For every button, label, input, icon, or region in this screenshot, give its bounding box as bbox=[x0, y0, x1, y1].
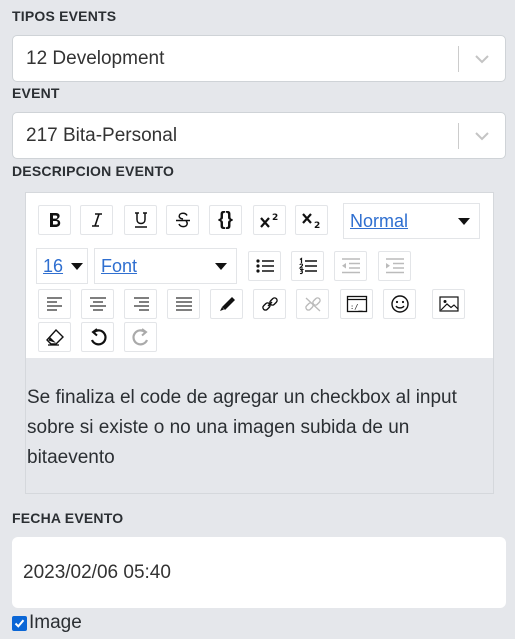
outdent-icon bbox=[341, 258, 360, 274]
emoji-icon bbox=[390, 295, 409, 313]
undo-icon bbox=[90, 328, 107, 346]
chevron-down-icon[interactable] bbox=[459, 131, 505, 141]
size-select-value: 16 bbox=[43, 255, 64, 276]
align-center-button[interactable] bbox=[81, 289, 114, 319]
undo-button[interactable] bbox=[81, 322, 114, 352]
align-center-icon bbox=[89, 297, 106, 311]
font-select-value: Font bbox=[101, 255, 138, 276]
image-checkbox[interactable] bbox=[12, 615, 27, 631]
bullet-list-icon bbox=[255, 259, 274, 273]
tipos-events-select[interactable]: 12 Development bbox=[12, 35, 506, 82]
size-select[interactable]: 16 bbox=[36, 248, 88, 284]
eraser-icon bbox=[45, 328, 64, 346]
content-line: bitaevento bbox=[27, 447, 115, 468]
chevron-down-icon[interactable] bbox=[459, 54, 505, 64]
subscript-button[interactable]: 2 bbox=[295, 205, 328, 235]
editor-content[interactable]: Se finaliza el code de agregar un checkb… bbox=[27, 383, 492, 473]
content-line: sobre si existe o no una imagen subida d… bbox=[27, 417, 410, 438]
checkmark-icon bbox=[14, 619, 25, 628]
italic-button[interactable] bbox=[80, 205, 113, 235]
svg-text:2: 2 bbox=[314, 221, 320, 229]
justify-icon bbox=[175, 297, 192, 311]
clear-format-button[interactable] bbox=[38, 322, 71, 352]
header-select-value: Normal bbox=[350, 210, 409, 231]
bold-icon bbox=[49, 213, 60, 227]
svg-text:2: 2 bbox=[272, 213, 278, 223]
align-right-icon bbox=[133, 297, 149, 311]
image-button[interactable] bbox=[432, 289, 465, 319]
link-icon bbox=[261, 297, 278, 311]
superscript-icon: 2 bbox=[259, 213, 278, 228]
emoji-button[interactable] bbox=[383, 289, 416, 319]
indent-button[interactable] bbox=[378, 251, 411, 281]
underline-button[interactable] bbox=[124, 205, 157, 235]
redo-icon bbox=[131, 328, 148, 346]
editor-toolbar: {} 2 2 Normal 16 Font:/_ bbox=[26, 193, 493, 358]
fecha-evento-label: FECHA EVENTO bbox=[12, 510, 124, 526]
image-icon bbox=[438, 296, 459, 312]
rich-text-editor[interactable]: {} 2 2 Normal 16 Font:/_ Se finaliza el… bbox=[25, 192, 494, 494]
braces-icon: {} bbox=[218, 209, 233, 230]
svg-text::/_: :/_ bbox=[350, 303, 363, 311]
tipos-events-label: TIPOS EVENTS bbox=[12, 8, 117, 24]
tipos-events-value: 12 Development bbox=[26, 47, 165, 69]
unlink-button[interactable] bbox=[296, 289, 329, 319]
unlink-icon bbox=[304, 297, 321, 312]
ordered-list-button[interactable] bbox=[291, 251, 324, 281]
event-select[interactable]: 217 Bita-Personal bbox=[12, 112, 506, 159]
strike-button[interactable] bbox=[166, 205, 199, 235]
fecha-evento-input[interactable]: 2023/02/06 05:40 bbox=[12, 537, 506, 608]
caret-down-icon bbox=[71, 262, 83, 270]
indent-icon bbox=[385, 258, 404, 274]
bold-button[interactable] bbox=[38, 205, 71, 235]
ordered-list-icon bbox=[298, 257, 317, 275]
superscript-button[interactable]: 2 bbox=[253, 205, 286, 235]
source-button[interactable]: :/_ bbox=[340, 289, 373, 319]
subscript-icon: 2 bbox=[301, 213, 320, 229]
align-left-icon bbox=[46, 297, 62, 311]
image-checkbox-row[interactable]: Image bbox=[12, 612, 82, 634]
link-button[interactable] bbox=[253, 289, 286, 319]
font-select[interactable]: Font bbox=[94, 248, 237, 284]
redo-button[interactable] bbox=[124, 322, 157, 352]
event-value: 217 Bita-Personal bbox=[26, 124, 178, 146]
align-left-button[interactable] bbox=[38, 289, 71, 319]
strike-icon bbox=[175, 212, 190, 228]
code-block-button[interactable]: {} bbox=[209, 205, 242, 235]
caret-down-icon bbox=[215, 262, 227, 270]
descripcion-label: DESCRIPCION EVENTO bbox=[12, 163, 175, 179]
header-select[interactable]: Normal bbox=[343, 203, 480, 239]
outdent-button[interactable] bbox=[334, 251, 367, 281]
image-checkbox-label: Image bbox=[29, 612, 82, 633]
color-button[interactable] bbox=[210, 289, 243, 319]
color-picker-icon bbox=[219, 297, 235, 311]
source-code-icon: :/_ bbox=[346, 295, 367, 313]
underline-icon bbox=[134, 212, 147, 228]
bullet-list-button[interactable] bbox=[248, 251, 281, 281]
event-label: EVENT bbox=[12, 85, 60, 101]
justify-button[interactable] bbox=[167, 289, 200, 319]
italic-icon bbox=[91, 213, 102, 227]
align-right-button[interactable] bbox=[124, 289, 157, 319]
content-line: Se finaliza el code de agregar un checkb… bbox=[27, 387, 457, 408]
caret-down-icon bbox=[458, 217, 470, 225]
